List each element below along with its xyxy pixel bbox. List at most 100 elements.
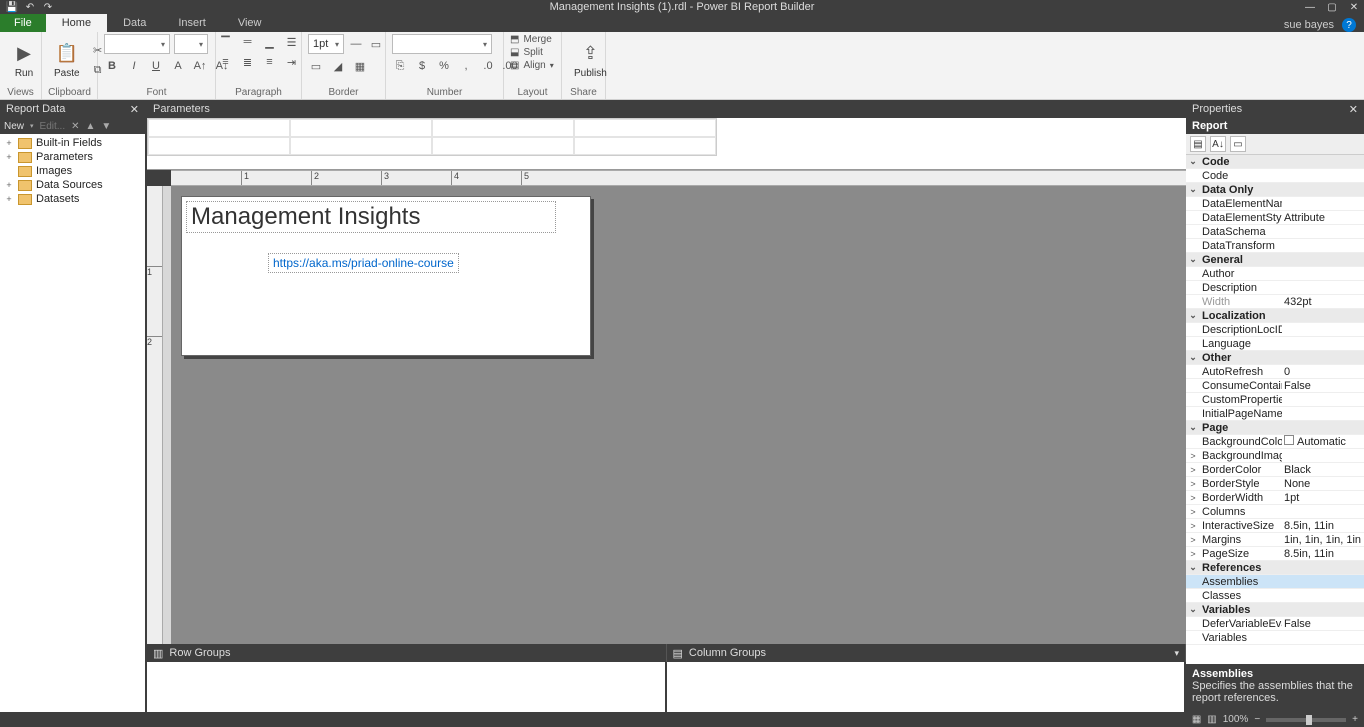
help-icon[interactable]: ? <box>1342 18 1356 32</box>
underline-button[interactable]: U <box>148 58 164 74</box>
view-mode-icon[interactable]: ▦ <box>1192 714 1201 725</box>
border-preset-button[interactable]: ▦ <box>352 58 368 74</box>
align-left-button[interactable]: ≡ <box>218 54 234 70</box>
file-tab[interactable]: File <box>0 14 46 32</box>
tree-item-data-sources[interactable]: +Data Sources <box>0 178 145 192</box>
property-row[interactable]: DeferVariableEvaluationFalse <box>1186 617 1364 631</box>
property-row[interactable]: Width432pt <box>1186 295 1364 309</box>
paste-button[interactable]: 📋Paste <box>48 40 86 81</box>
zoom-slider[interactable] <box>1266 718 1346 722</box>
parameters-area[interactable] <box>147 118 1186 170</box>
properties-grid[interactable]: ⌄CodeCode⌄Data OnlyDataElementNameDataEl… <box>1186 155 1364 664</box>
property-row[interactable]: DataSchema <box>1186 225 1364 239</box>
close-panel-icon[interactable]: ✕ <box>130 103 139 116</box>
property-row[interactable]: Variables <box>1186 631 1364 645</box>
report-body[interactable]: Management Insights https://aka.ms/priad… <box>181 196 591 356</box>
align-right-button[interactable]: ≡ <box>262 54 278 70</box>
design-canvas[interactable]: 1 2 Management Insights https://aka.ms/p… <box>147 186 1186 644</box>
run-button[interactable]: ▶Run <box>6 40 42 81</box>
grow-font-button[interactable]: A↑ <box>192 58 208 74</box>
save-icon[interactable]: 💾 <box>6 1 18 13</box>
decrease-decimal-button[interactable]: .0 <box>480 58 496 74</box>
property-row[interactable]: ConsumeContainerWhitespaceFalse <box>1186 379 1364 393</box>
property-row[interactable]: >BackgroundImage <box>1186 449 1364 463</box>
redo-icon[interactable]: ↷ <box>42 1 54 13</box>
property-row[interactable]: >PageSize8.5in, 11in <box>1186 547 1364 561</box>
property-row[interactable]: >BorderColorBlack <box>1186 463 1364 477</box>
categorized-icon[interactable]: ▤ <box>1190 136 1206 152</box>
insert-tab[interactable]: Insert <box>162 14 222 32</box>
property-row[interactable]: DataElementStyleAttribute <box>1186 211 1364 225</box>
align-bottom-button[interactable]: ▁ <box>262 34 278 50</box>
comma-button[interactable]: , <box>458 58 474 74</box>
data-tab[interactable]: Data <box>107 14 162 32</box>
close-panel-icon[interactable]: ✕ <box>1349 103 1358 116</box>
align-button[interactable]: ▤Align▾ <box>510 60 554 71</box>
border-color-button[interactable]: ▭ <box>368 36 384 52</box>
minimize-icon[interactable]: — <box>1304 2 1316 13</box>
percent-button[interactable]: % <box>436 58 452 74</box>
property-row[interactable]: Language <box>1186 337 1364 351</box>
report-link-textbox[interactable]: https://aka.ms/priad-online-course <box>268 253 459 273</box>
bullets-button[interactable]: ☰ <box>284 34 300 50</box>
publish-button[interactable]: ⇪Publish <box>568 40 613 81</box>
property-row[interactable]: >InteractiveSize8.5in, 11in <box>1186 519 1364 533</box>
border-style-button[interactable]: — <box>348 36 364 52</box>
align-center-button[interactable]: ≣ <box>240 54 256 70</box>
report-title-textbox[interactable]: Management Insights <box>186 201 556 233</box>
view-tab[interactable]: View <box>222 14 278 32</box>
align-middle-button[interactable]: ═ <box>240 34 256 50</box>
property-pages-icon[interactable]: ▭ <box>1230 136 1246 152</box>
undo-icon[interactable]: ↶ <box>24 1 36 13</box>
property-row[interactable]: Code <box>1186 169 1364 183</box>
merge-button[interactable]: ⬒Merge <box>510 34 552 45</box>
property-row[interactable]: >BorderStyleNone <box>1186 477 1364 491</box>
font-size-dropdown[interactable]: ▾ <box>174 34 208 54</box>
home-tab[interactable]: Home <box>46 14 107 32</box>
property-row[interactable]: Classes <box>1186 589 1364 603</box>
column-groups-area[interactable] <box>667 662 1187 712</box>
alphabetical-icon[interactable]: A↓ <box>1210 136 1226 152</box>
property-row[interactable]: BackgroundColorAutomatic <box>1186 435 1364 449</box>
number-format-dropdown[interactable]: ▾ <box>392 34 492 54</box>
new-button[interactable]: New <box>4 121 24 132</box>
fill-color-button[interactable]: ◢ <box>330 58 346 74</box>
tree-item-parameters[interactable]: +Parameters <box>0 150 145 164</box>
font-family-dropdown[interactable]: ▾ <box>104 34 170 54</box>
view-mode-icon-2[interactable]: ▥ <box>1207 714 1216 725</box>
move-down-icon[interactable]: ▼ <box>101 121 111 132</box>
property-row[interactable]: InitialPageName <box>1186 407 1364 421</box>
tree-item-builtin-fields[interactable]: +Built-in Fields <box>0 136 145 150</box>
tree-item-images[interactable]: Images <box>0 164 145 178</box>
property-row[interactable]: CustomProperties <box>1186 393 1364 407</box>
border-width-dropdown[interactable]: 1pt▾ <box>308 34 344 54</box>
property-row[interactable]: Description <box>1186 281 1364 295</box>
italic-button[interactable]: I <box>126 58 142 74</box>
currency-button[interactable]: $ <box>414 58 430 74</box>
property-row[interactable]: AutoRefresh0 <box>1186 365 1364 379</box>
tree-item-datasets[interactable]: +Datasets <box>0 192 145 206</box>
split-button[interactable]: ⬓Split <box>510 47 543 58</box>
property-row[interactable]: >Margins1in, 1in, 1in, 1in <box>1186 533 1364 547</box>
move-up-icon[interactable]: ▲ <box>86 121 96 132</box>
zoom-in-button[interactable]: + <box>1352 714 1358 725</box>
align-top-button[interactable]: ▔ <box>218 34 234 50</box>
property-row[interactable]: Author <box>1186 267 1364 281</box>
property-row[interactable]: DataElementName <box>1186 197 1364 211</box>
delete-icon[interactable]: ✕ <box>71 121 79 132</box>
row-groups-area[interactable] <box>147 662 667 712</box>
property-row[interactable]: DescriptionLocID <box>1186 323 1364 337</box>
bold-button[interactable]: B <box>104 58 120 74</box>
property-row[interactable]: >Columns <box>1186 505 1364 519</box>
property-row[interactable]: Assemblies <box>1186 575 1364 589</box>
font-color-button[interactable]: A <box>170 58 186 74</box>
placeholder-button[interactable]: ⎘ <box>392 58 408 74</box>
close-icon[interactable]: ✕ <box>1348 2 1360 13</box>
groups-menu-icon[interactable]: ▾ <box>1174 648 1179 659</box>
zoom-out-button[interactable]: − <box>1254 714 1260 725</box>
maximize-icon[interactable]: ▢ <box>1326 2 1338 13</box>
property-row[interactable]: DataTransform <box>1186 239 1364 253</box>
property-row[interactable]: >BorderWidth1pt <box>1186 491 1364 505</box>
indent-button[interactable]: ⇥ <box>284 54 300 70</box>
border-sides-button[interactable]: ▭ <box>308 58 324 74</box>
